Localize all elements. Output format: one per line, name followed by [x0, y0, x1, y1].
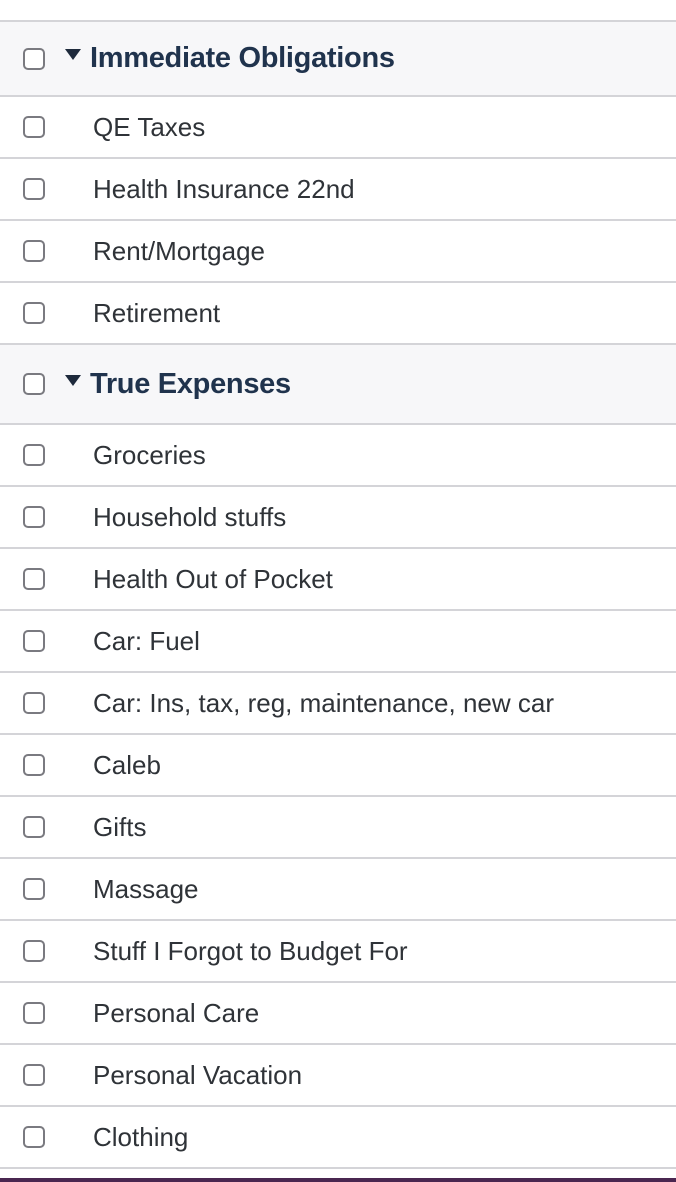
row-checkbox-icon[interactable] — [23, 940, 45, 962]
category-name: Massage — [93, 873, 199, 904]
category-name: QE Taxes — [93, 111, 206, 142]
row-checkbox-icon[interactable] — [23, 240, 45, 262]
category-row[interactable]: Household stuffs — [0, 487, 676, 549]
row-checkbox-icon[interactable] — [23, 116, 45, 138]
category-name: Personal Care — [93, 997, 260, 1028]
group-checkbox-icon[interactable] — [23, 47, 45, 70]
category-name: Health Insurance 22nd — [93, 173, 355, 204]
category-name: Stuff I Forgot to Budget For — [93, 935, 408, 966]
row-checkbox-icon[interactable] — [23, 444, 45, 466]
category-row[interactable]: Rent/Mortgage — [0, 221, 676, 283]
top-spacer — [0, 0, 676, 22]
bottom-bar — [0, 1178, 676, 1182]
caret-down-icon[interactable] — [65, 49, 81, 60]
row-checkbox-icon[interactable] — [23, 1064, 45, 1086]
budget-category-list: Immediate Obligations QE Taxes Health In… — [0, 0, 676, 1182]
category-name: Health Out of Pocket — [93, 563, 333, 594]
category-row[interactable]: QE Taxes — [0, 97, 676, 159]
row-checkbox-icon[interactable] — [23, 878, 45, 900]
group-title: Immediate Obligations — [90, 42, 395, 74]
category-row[interactable]: Health Insurance 22nd — [0, 159, 676, 221]
row-checkbox-icon[interactable] — [23, 816, 45, 838]
category-row[interactable]: Massage — [0, 859, 676, 921]
row-checkbox-icon[interactable] — [23, 506, 45, 528]
category-row[interactable]: Caleb — [0, 735, 676, 797]
row-checkbox-icon[interactable] — [23, 302, 45, 324]
group-header-true-expenses[interactable]: True Expenses — [0, 345, 676, 425]
row-checkbox-icon[interactable] — [23, 1002, 45, 1024]
row-checkbox-icon[interactable] — [23, 692, 45, 714]
row-checkbox-icon[interactable] — [23, 178, 45, 200]
category-name: Rent/Mortgage — [93, 235, 265, 266]
category-row[interactable]: Retirement — [0, 283, 676, 345]
category-name: Car: Ins, tax, reg, maintenance, new car — [93, 687, 554, 718]
category-name: Household stuffs — [93, 501, 287, 532]
group-header-immediate-obligations[interactable]: Immediate Obligations — [0, 22, 676, 97]
category-name: Gifts — [93, 811, 147, 842]
category-row[interactable]: Clothing — [0, 1107, 676, 1169]
category-name: Caleb — [93, 749, 161, 780]
row-checkbox-icon[interactable] — [23, 630, 45, 652]
category-row[interactable]: Car: Ins, tax, reg, maintenance, new car — [0, 673, 676, 735]
row-checkbox-icon[interactable] — [23, 754, 45, 776]
category-row[interactable]: Groceries — [0, 425, 676, 487]
category-name: Retirement — [93, 297, 221, 328]
row-checkbox-icon[interactable] — [23, 568, 45, 590]
category-row[interactable]: Personal Vacation — [0, 1045, 676, 1107]
category-row[interactable]: Personal Care — [0, 983, 676, 1045]
group-title: True Expenses — [90, 367, 291, 400]
category-name: Groceries — [93, 439, 206, 470]
category-name: Car: Fuel — [93, 625, 200, 656]
category-name: Clothing — [93, 1121, 189, 1152]
category-name: Personal Vacation — [93, 1059, 303, 1090]
group-checkbox-icon[interactable] — [23, 373, 45, 395]
row-checkbox-icon[interactable] — [23, 1126, 45, 1148]
caret-down-icon[interactable] — [65, 374, 81, 386]
category-row[interactable]: Car: Fuel — [0, 611, 676, 673]
category-row[interactable]: Health Out of Pocket — [0, 549, 676, 611]
category-row[interactable]: Gifts — [0, 797, 676, 859]
category-row[interactable]: Stuff I Forgot to Budget For — [0, 921, 676, 983]
